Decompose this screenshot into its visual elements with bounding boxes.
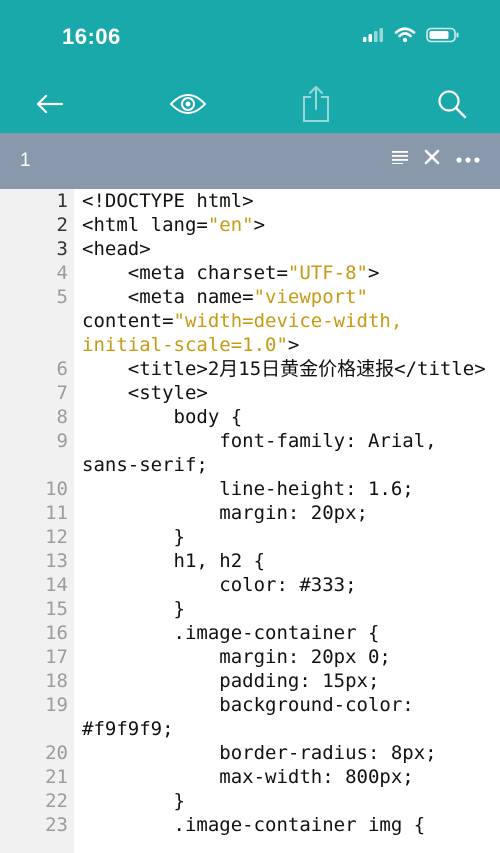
line-number: 18 (45, 670, 68, 692)
code-line: 4 <meta charset="UTF-8"> (0, 261, 500, 285)
line-number: 8 (56, 406, 68, 428)
code-line: 13 h1, h2 { (0, 549, 500, 573)
line-number: 19 (45, 694, 68, 716)
line-text: <!DOCTYPE html> (82, 190, 254, 212)
more-icon (456, 156, 480, 163)
code-line: 1 <!DOCTYPE html> (0, 189, 500, 213)
line-text: margin: 20px 0; (82, 646, 391, 668)
line-text: h1, h2 { (82, 550, 266, 572)
line-number: 22 (45, 790, 68, 812)
code-line: 17 margin: 20px 0; (0, 645, 500, 669)
line-text: body { (82, 406, 243, 428)
line-text: color: #333; (82, 574, 357, 596)
line-text: border-radius: 8px; (82, 742, 437, 764)
line-text: padding: 15px; (82, 670, 380, 692)
line-number: 5 (56, 286, 68, 308)
line-number: 1 (56, 190, 68, 212)
line-text: <title>2月15日黄金价格速报</title> (82, 358, 486, 380)
code-line: 2 <html lang="en"> (0, 213, 500, 237)
app-header: 16:06 (0, 0, 500, 133)
line-text: <html lang="en"> (82, 214, 266, 236)
eye-icon (169, 94, 207, 114)
line-text: background-color: #f9f9f9; (82, 694, 426, 740)
back-button[interactable] (27, 82, 71, 126)
code-content[interactable]: 1 <!DOCTYPE html> 2 <html lang="en"> 3 <head>… (0, 189, 500, 837)
line-text: font-family: Arial, sans-serif; (82, 430, 449, 476)
line-number: 16 (45, 622, 68, 644)
code-line: 15 } (0, 597, 500, 621)
line-number: 3 (56, 238, 68, 260)
line-number: 13 (45, 550, 68, 572)
line-text: .image-container img { (82, 814, 426, 836)
line-number: 12 (45, 526, 68, 548)
line-number: 2 (56, 214, 68, 236)
code-line: 21 max-width: 800px; (0, 765, 500, 789)
tab-actions (392, 149, 480, 170)
line-number: 21 (45, 766, 68, 788)
code-line: 19 background-color: #f9f9f9; (0, 693, 500, 741)
line-text: } (82, 598, 185, 620)
status-time: 16:06 (62, 24, 121, 49)
cellular-signal-icon (363, 28, 383, 42)
share-button[interactable] (294, 82, 338, 126)
code-line: 8 body { (0, 405, 500, 429)
close-icon (424, 149, 440, 165)
battery-icon (426, 27, 459, 43)
line-number: 10 (45, 478, 68, 500)
lines-icon (392, 151, 408, 165)
search-icon (438, 90, 467, 119)
line-number: 7 (56, 382, 68, 404)
toolbar (0, 82, 500, 126)
line-text: } (82, 790, 185, 812)
code-line: 6 <title>2月15日黄金价格速报</title> (0, 357, 500, 381)
wifi-icon (394, 27, 416, 43)
code-editor[interactable]: 1 <!DOCTYPE html> 2 <html lang="en"> 3 <head>… (0, 189, 500, 853)
line-number: 4 (56, 262, 68, 284)
code-line: 14 color: #333; (0, 573, 500, 597)
line-text: <meta name="viewport" content="width=dev… (82, 286, 414, 356)
code-line: 5 <meta name="viewport" content="width=d… (0, 285, 500, 357)
code-line: 3 <head> (0, 237, 500, 261)
more-button[interactable] (456, 151, 480, 169)
code-line: 9 font-family: Arial, sans-serif; (0, 429, 500, 477)
close-tab-button[interactable] (424, 149, 440, 170)
line-text: <meta charset="UTF-8"> (82, 262, 380, 284)
status-icons (362, 27, 460, 43)
code-line: 20 border-radius: 8px; (0, 741, 500, 765)
line-text: line-height: 1.6; (82, 478, 414, 500)
line-number: 11 (45, 502, 68, 524)
line-text: margin: 20px; (82, 502, 368, 524)
line-text: <head> (82, 238, 151, 260)
line-text: .image-container { (82, 622, 380, 644)
tab-title[interactable]: 1 (20, 150, 31, 172)
code-line: 18 padding: 15px; (0, 669, 500, 693)
preview-button[interactable] (166, 82, 210, 126)
line-text: } (82, 526, 185, 548)
line-text: <style> (82, 382, 208, 404)
line-number: 14 (45, 574, 68, 596)
code-line: 16 .image-container { (0, 621, 500, 645)
line-number: 9 (56, 430, 68, 452)
share-icon (303, 86, 329, 122)
line-number: 23 (45, 814, 68, 836)
line-number: 6 (56, 358, 68, 380)
file-tab-bar: 1 (0, 133, 500, 189)
format-button[interactable] (392, 150, 408, 169)
code-line: 23 .image-container img { (0, 813, 500, 837)
code-line: 11 margin: 20px; (0, 501, 500, 525)
code-line: 22 } (0, 789, 500, 813)
line-number: 17 (45, 646, 68, 668)
code-line: 10 line-height: 1.6; (0, 477, 500, 501)
line-number: 15 (45, 598, 68, 620)
code-line: 12 } (0, 525, 500, 549)
code-line: 7 <style> (0, 381, 500, 405)
arrow-left-icon (36, 94, 64, 114)
search-button[interactable] (430, 82, 474, 126)
line-number: 20 (45, 742, 68, 764)
line-text: max-width: 800px; (82, 766, 414, 788)
